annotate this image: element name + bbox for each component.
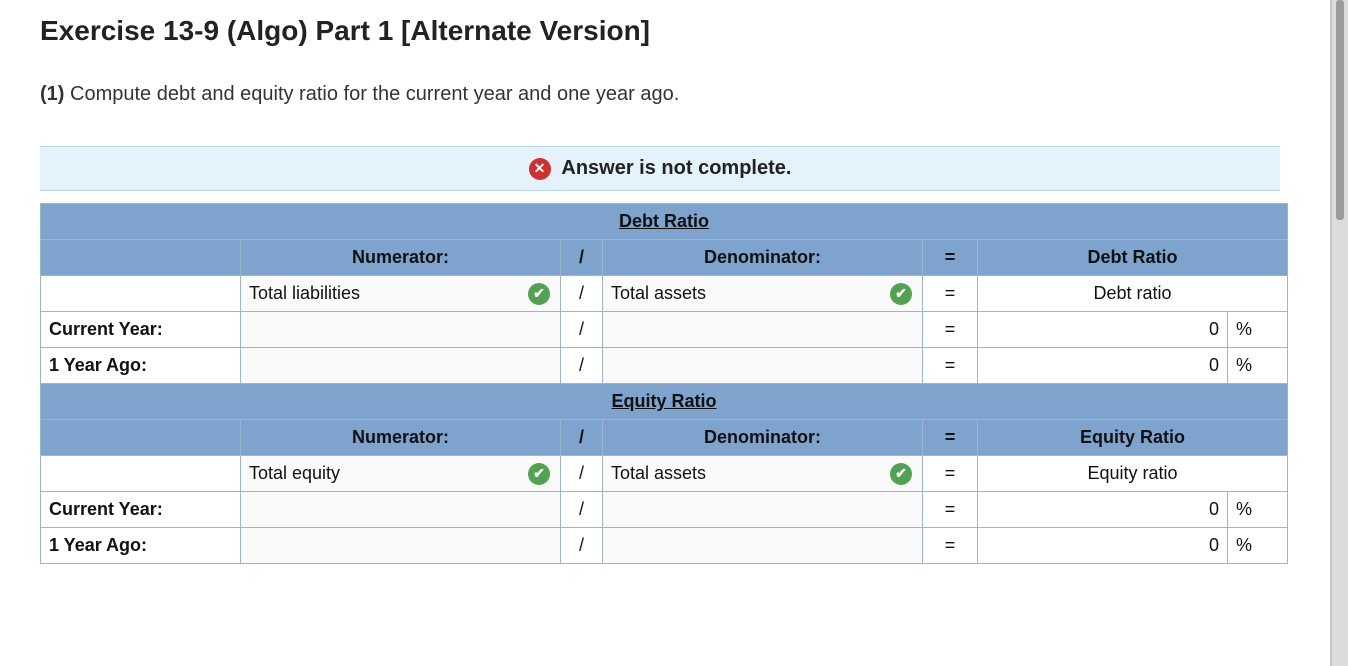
instruction: (1) Compute debt and equity ratio for th… (40, 83, 1280, 106)
page-content: Exercise 13-9 (Algo) Part 1 [Alternate V… (0, 0, 1320, 666)
equity-cy-value[interactable]: 0 (978, 492, 1228, 528)
debt-cy-numerator[interactable] (241, 312, 561, 348)
error-icon: ✕ (529, 158, 551, 180)
equals-symbol: = (923, 420, 978, 456)
page-title: Exercise 13-9 (Algo) Part 1 [Alternate V… (40, 15, 1280, 47)
debt-formula-row: Total liabilities ✔ / Total assets ✔ = D… (41, 276, 1288, 312)
instruction-text: Compute debt and equity ratio for the cu… (70, 83, 679, 105)
equity-result-text: Equity ratio (978, 456, 1288, 492)
equity-cy-denominator[interactable] (603, 492, 923, 528)
debt-result-label: Debt Ratio (978, 240, 1288, 276)
debt-numerator-input[interactable]: Total liabilities ✔ (241, 276, 561, 312)
equity-header-text: Equity Ratio (41, 384, 1288, 420)
slash-symbol: / (561, 240, 603, 276)
check-icon: ✔ (528, 283, 550, 305)
equity-formula-row: Total equity ✔ / Total assets ✔ = Equity… (41, 456, 1288, 492)
check-icon: ✔ (890, 463, 912, 485)
percent-symbol: % (1228, 492, 1288, 528)
equals-symbol: = (923, 240, 978, 276)
check-icon: ✔ (890, 283, 912, 305)
debt-result-text: Debt ratio (978, 276, 1288, 312)
table-row: 1 Year Ago: / = 0 % (41, 348, 1288, 384)
percent-symbol: % (1228, 528, 1288, 564)
equity-denominator-label: Denominator: (603, 420, 923, 456)
equity-py-denominator[interactable] (603, 528, 923, 564)
equity-subheader: Numerator: / Denominator: = Equity Ratio (41, 420, 1288, 456)
scrollbar[interactable] (1330, 0, 1348, 666)
debt-subheader: Numerator: / Denominator: = Debt Ratio (41, 240, 1288, 276)
equity-denominator-input[interactable]: Total assets ✔ (603, 456, 923, 492)
equity-section-header: Equity Ratio (41, 384, 1288, 420)
debt-denominator-label: Denominator: (603, 240, 923, 276)
equity-py-numerator[interactable] (241, 528, 561, 564)
percent-symbol: % (1228, 312, 1288, 348)
equity-current-year-label: Current Year: (41, 492, 241, 528)
debt-current-year-label: Current Year: (41, 312, 241, 348)
equity-numerator-input[interactable]: Total equity ✔ (241, 456, 561, 492)
equity-py-value[interactable]: 0 (978, 528, 1228, 564)
debt-py-denominator[interactable] (603, 348, 923, 384)
debt-prior-year-label: 1 Year Ago: (41, 348, 241, 384)
debt-denominator-input[interactable]: Total assets ✔ (603, 276, 923, 312)
percent-symbol: % (1228, 348, 1288, 384)
table-row: Current Year: / = 0 % (41, 312, 1288, 348)
instruction-number: (1) (40, 83, 64, 105)
status-text: Answer is not complete. (561, 157, 791, 179)
equity-numerator-label: Numerator: (241, 420, 561, 456)
status-banner: ✕ Answer is not complete. (40, 146, 1280, 191)
slash-symbol: / (561, 420, 603, 456)
debt-py-numerator[interactable] (241, 348, 561, 384)
debt-section-header: Debt Ratio (41, 204, 1288, 240)
table-row: Current Year: / = 0 % (41, 492, 1288, 528)
debt-py-value[interactable]: 0 (978, 348, 1228, 384)
table-row: 1 Year Ago: / = 0 % (41, 528, 1288, 564)
debt-cy-value[interactable]: 0 (978, 312, 1228, 348)
debt-header-text: Debt Ratio (41, 204, 1288, 240)
check-icon: ✔ (528, 463, 550, 485)
equity-cy-numerator[interactable] (241, 492, 561, 528)
ratio-table: Debt Ratio Numerator: / Denominator: = D… (40, 203, 1288, 564)
equity-prior-year-label: 1 Year Ago: (41, 528, 241, 564)
equity-result-label: Equity Ratio (978, 420, 1288, 456)
debt-cy-denominator[interactable] (603, 312, 923, 348)
debt-numerator-label: Numerator: (241, 240, 561, 276)
